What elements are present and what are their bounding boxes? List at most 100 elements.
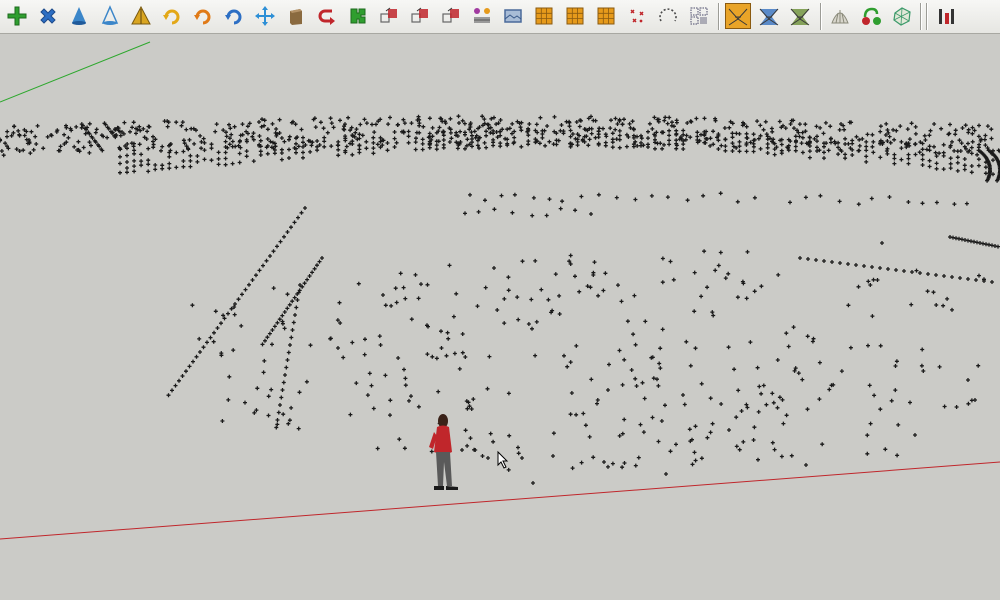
grid-orange-2-button[interactable] — [562, 3, 588, 29]
point-marker — [878, 343, 883, 348]
pipe-tool-button[interactable] — [858, 3, 884, 29]
point-marker — [519, 144, 524, 149]
delete-point-button[interactable] — [35, 3, 61, 29]
terrain-mesh-1-button[interactable] — [725, 3, 751, 29]
cone-tool-button[interactable] — [66, 3, 92, 29]
component-tool-button[interactable] — [469, 3, 495, 29]
point-marker — [699, 132, 703, 137]
point-marker — [982, 137, 987, 142]
point-marker — [894, 359, 899, 364]
transform-3-button[interactable] — [438, 3, 464, 29]
point-marker — [921, 369, 926, 373]
add-point-button[interactable] — [4, 3, 30, 29]
point-marker — [870, 144, 875, 149]
point-marker — [609, 118, 613, 123]
point-marker — [271, 286, 276, 291]
scene-canvas[interactable] — [0, 34, 1000, 600]
terrain-mesh-3-button[interactable] — [787, 3, 813, 29]
grid-orange-3-button[interactable] — [593, 3, 619, 29]
move-tool-button[interactable] — [252, 3, 278, 29]
cone-outline-tool-button[interactable] — [97, 3, 123, 29]
point-marker — [658, 346, 663, 351]
point-marker — [788, 200, 792, 205]
point-marker — [937, 364, 942, 369]
point-marker — [918, 271, 922, 275]
point-marker — [653, 146, 657, 151]
point-marker — [870, 132, 875, 137]
scatter-points-button[interactable] — [624, 3, 650, 29]
point-marker — [761, 383, 766, 388]
point-marker — [265, 127, 270, 132]
point-marker — [146, 146, 151, 151]
rotate-orange-button[interactable] — [190, 3, 216, 29]
group-tool-button[interactable] — [345, 3, 371, 29]
terrain-mesh-2-button[interactable] — [756, 3, 782, 29]
bar-tool-button[interactable] — [933, 3, 959, 29]
point-marker — [286, 421, 291, 426]
point-marker — [336, 153, 341, 158]
point-marker — [656, 383, 661, 388]
point-marker — [913, 141, 918, 146]
point-marker — [227, 122, 231, 127]
point-marker — [705, 435, 710, 440]
point-marker — [970, 139, 975, 144]
point-marker — [667, 128, 672, 133]
point-marker — [864, 154, 869, 159]
point-marker — [258, 138, 263, 143]
point-marker — [976, 157, 981, 162]
point-marker — [589, 212, 593, 216]
model-viewport[interactable] — [0, 34, 1000, 600]
mesh-shape-button[interactable] — [889, 3, 915, 29]
point-marker — [230, 139, 235, 144]
point-marker — [302, 281, 307, 286]
point-marker — [671, 277, 676, 282]
point-marker — [870, 265, 874, 269]
point-marker — [828, 124, 833, 129]
point-marker — [822, 150, 826, 155]
rotate-yellow-button[interactable] — [159, 3, 185, 29]
box-tool-button[interactable] — [283, 3, 309, 29]
triangle-tool-button[interactable] — [128, 3, 154, 29]
point-marker — [392, 136, 397, 141]
point-marker — [617, 348, 622, 353]
point-marker — [756, 457, 760, 462]
rotate-blue-button[interactable] — [221, 3, 247, 29]
point-marker — [974, 278, 978, 282]
transform-2-button[interactable] — [407, 3, 433, 29]
grid-orange-1-button[interactable] — [531, 3, 557, 29]
transform-1-button[interactable] — [376, 3, 402, 29]
green-axis — [0, 41, 151, 103]
point-marker — [192, 141, 197, 146]
image-tool-button[interactable] — [500, 3, 526, 29]
point-marker — [573, 274, 577, 279]
point-marker — [260, 342, 265, 347]
point-marker — [770, 440, 775, 445]
point-marker — [401, 285, 406, 290]
point-marker — [763, 119, 768, 124]
point-marker — [502, 296, 507, 301]
point-marker — [139, 152, 144, 157]
grid-icon — [564, 5, 586, 27]
dotted-grid-button[interactable] — [686, 3, 712, 29]
point-marker — [955, 160, 960, 165]
point-marker — [145, 129, 150, 134]
point-marker — [445, 330, 450, 335]
point-marker — [616, 283, 620, 288]
dashed-arc-button[interactable] — [655, 3, 681, 29]
point-marker — [482, 117, 487, 122]
point-marker — [146, 169, 151, 174]
point-marker — [950, 139, 954, 144]
point-marker — [346, 115, 351, 120]
point-marker — [270, 328, 275, 332]
point-marker — [705, 285, 710, 290]
point-marker — [369, 383, 374, 388]
undo-curve-button[interactable] — [314, 3, 340, 29]
point-marker — [948, 122, 952, 127]
point-marker — [613, 127, 618, 132]
point-marker — [430, 354, 435, 359]
point-marker — [62, 132, 67, 137]
point-marker — [957, 138, 962, 143]
point-marker — [278, 403, 282, 407]
shell-tool-button[interactable] — [827, 3, 853, 29]
point-marker — [681, 132, 686, 137]
